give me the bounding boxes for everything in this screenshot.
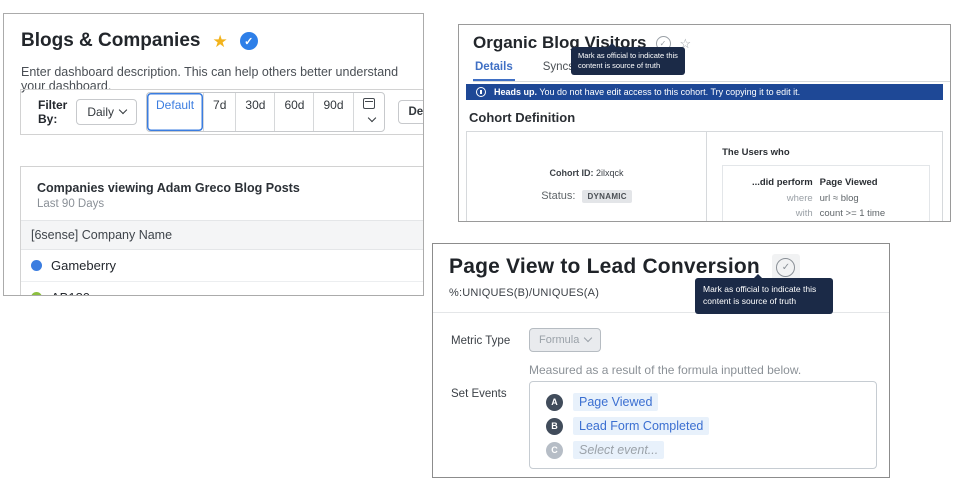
cohort-header: Organic Blog Visitors ✓ ☆ <box>473 33 950 53</box>
events-box: A Page Viewed B Lead Form Completed C Se… <box>529 381 877 469</box>
mark-official-icon: ✓ <box>776 258 795 277</box>
company-name: AB180 <box>51 290 90 296</box>
cohort-tabs: Details Syncs (0) Con <box>473 57 950 82</box>
report-subtitle: Last 90 Days <box>37 198 424 210</box>
cohort-status-line: Status: DYNAMIC <box>541 190 632 203</box>
banner-text: Heads up. You do not have edit access to… <box>494 87 800 97</box>
metric-type-hint: Measured as a result of the formula inpu… <box>529 363 801 377</box>
date-range-segmented-control: Default 7d 30d 60d 90d <box>146 92 384 132</box>
cohort-id-line: Cohort ID: 2ilxqck <box>550 168 624 178</box>
set-events-label: Set Events <box>451 388 507 400</box>
chevron-down-icon <box>119 106 127 114</box>
cohort-definition-box: Cohort ID: 2ilxqck Status: DYNAMIC The U… <box>466 131 943 222</box>
table-row[interactable]: AB180 <box>21 282 424 296</box>
tab-details[interactable]: Details <box>473 57 515 81</box>
range-60d-button[interactable]: 60d <box>274 93 313 131</box>
series-dot-icon <box>31 292 42 296</box>
event-name[interactable]: Page Viewed <box>573 393 658 411</box>
metric-panel: Page View to Lead Conversion ✓ %:UNIQUES… <box>432 243 890 478</box>
edit-access-banner: Heads up. You do not have edit access to… <box>466 84 943 100</box>
calendar-picker-button[interactable] <box>353 93 384 131</box>
metric-type-dropdown[interactable]: Formula <box>529 328 601 352</box>
metric-title: Page View to Lead Conversion <box>449 255 760 279</box>
info-icon <box>476 87 486 97</box>
event-name[interactable]: Lead Form Completed <box>573 417 709 435</box>
interval-dropdown[interactable]: Daily <box>76 99 137 125</box>
event-row[interactable]: A Page Viewed <box>546 393 876 411</box>
cohort-criteria: The Users who ...did perform Page Viewed… <box>707 132 942 222</box>
event-select-placeholder[interactable]: Select event... <box>573 441 664 459</box>
event-row[interactable]: C Select event... <box>546 441 876 459</box>
cohort-meta: Cohort ID: 2ilxqck Status: DYNAMIC <box>467 132 707 222</box>
dashboard-header: Blogs & Companies ★ ✓ <box>21 30 423 52</box>
criteria-row: where url ≈ blog <box>729 191 919 207</box>
mark-official-tooltip: Mark as official to indicate this conten… <box>571 47 685 75</box>
verified-badge-icon[interactable]: ✓ <box>240 32 258 50</box>
table-column-header: [6sense] Company Name <box>21 220 424 250</box>
criteria-box: ...did perform Page Viewed where url ≈ b… <box>722 165 930 222</box>
event-row[interactable]: B Lead Form Completed <box>546 417 876 435</box>
cohort-definition-heading: Cohort Definition <box>469 110 950 125</box>
mark-official-tooltip: Mark as official to indicate this conten… <box>695 278 833 314</box>
dashboard-panel: Blogs & Companies ★ ✓ Enter dashboard de… <box>3 13 424 296</box>
table-row[interactable]: Gameberry <box>21 250 424 282</box>
event-badge-a: A <box>546 394 563 411</box>
criteria-intro: The Users who <box>722 147 930 158</box>
mark-official-button[interactable]: ✓ <box>772 254 800 280</box>
chevron-down-icon <box>584 334 592 342</box>
filter-bar: Filter By: Daily Default 7d 30d 60d 90d … <box>20 89 424 135</box>
chevron-down-icon <box>367 114 375 122</box>
project-dropdown-button[interactable]: Default Project T <box>398 100 425 124</box>
range-default-button[interactable]: Default <box>147 93 203 131</box>
range-90d-button[interactable]: 90d <box>313 93 352 131</box>
criteria-row: ...did perform Page Viewed <box>729 175 919 191</box>
cohort-panel: Organic Blog Visitors ✓ ☆ Details Syncs … <box>458 24 951 222</box>
page-title: Blogs & Companies <box>21 30 200 52</box>
filter-by-label: Filter By: <box>38 98 67 126</box>
company-name: Gameberry <box>51 258 116 273</box>
event-badge-b: B <box>546 418 563 435</box>
report-card: Companies viewing Adam Greco Blog Posts … <box>20 166 424 296</box>
range-7d-button[interactable]: 7d <box>203 93 235 131</box>
metric-header: Page View to Lead Conversion ✓ <box>449 254 889 280</box>
calendar-icon <box>363 98 375 109</box>
metric-type-label: Metric Type <box>451 335 510 347</box>
criteria-row: with count >= 1 time <box>729 206 919 222</box>
favorite-star-icon[interactable]: ★ <box>212 33 227 50</box>
range-30d-button[interactable]: 30d <box>235 93 274 131</box>
report-card-header: Companies viewing Adam Greco Blog Posts … <box>21 167 424 220</box>
series-dot-icon <box>31 260 42 271</box>
report-title: Companies viewing Adam Greco Blog Posts <box>37 181 424 195</box>
status-badge: DYNAMIC <box>582 190 631 203</box>
event-badge-c: C <box>546 442 563 459</box>
